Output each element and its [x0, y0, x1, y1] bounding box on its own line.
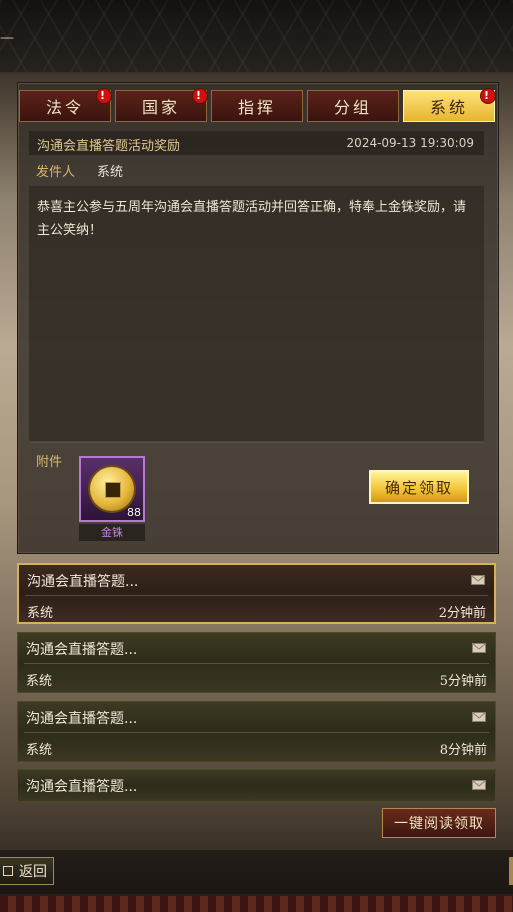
mail-list-item[interactable]: 沟通会直播答题... 系统 8分钟前: [17, 701, 496, 762]
envelope-icon: [471, 575, 485, 585]
tab-label: 指挥: [237, 98, 276, 117]
tab-group[interactable]: 分组: [307, 90, 399, 122]
notification-badge: !: [192, 88, 208, 104]
message-body: 恭喜主公参与五周年沟通会直播答题活动并回答正确，特奉上金铢奖励，请主公笑纳！: [29, 186, 484, 441]
read-all-claim-button[interactable]: 一键阅读领取: [382, 808, 496, 838]
gold-coin-icon: [90, 467, 134, 511]
mail-sender: 系统: [26, 674, 53, 689]
message-header: 沟通会直播答题活动奖励 2024-09-13 19:30:09: [29, 131, 484, 155]
mail-title: 沟通会直播答题...: [27, 574, 139, 590]
mail-time: 8分钟前: [439, 743, 487, 758]
mail-sender: 系统: [27, 606, 54, 621]
back-button[interactable]: 返回: [0, 857, 54, 885]
item-quantity: 88: [127, 506, 141, 519]
back-icon: [3, 866, 13, 876]
tab-command[interactable]: 指挥: [211, 90, 303, 122]
tab-label: 分组: [333, 98, 372, 117]
sender-name: 系统: [97, 165, 124, 180]
tab-bar: 法令 ! 国家 ! 指挥 分组 系统 !: [17, 88, 497, 124]
tab-label: 国家: [141, 98, 180, 117]
mail-title: 沟通会直播答题...: [26, 711, 138, 727]
envelope-icon: [472, 643, 486, 653]
message-title: 沟通会直播答题活动奖励: [37, 139, 181, 154]
message-body-text: 恭喜主公参与五周年沟通会直播答题活动并回答正确，特奉上金铢奖励，请主公笑纳！: [37, 200, 467, 238]
envelope-icon: [472, 780, 486, 790]
mail-list-item[interactable]: 沟通会直播答题... 系统 2分钟前: [17, 563, 496, 624]
envelope-icon: [472, 712, 486, 722]
message-timestamp: 2024-09-13 19:30:09: [346, 136, 474, 150]
mail-title: 沟通会直播答题...: [26, 642, 138, 658]
tab-label: 系统: [429, 98, 468, 117]
back-arrow-icon[interactable]: —: [0, 30, 14, 46]
top-banner: [0, 0, 513, 74]
mail-time: 2分钟前: [438, 606, 486, 621]
tab-nation[interactable]: 国家 !: [115, 88, 208, 122]
decorative-footer: [0, 896, 513, 912]
tab-system[interactable]: 系统 !: [403, 88, 496, 122]
divider: [29, 442, 484, 443]
mail-list-item[interactable]: 沟通会直播答题... 系统 5分钟前: [17, 632, 496, 693]
item-name: 金铢: [79, 524, 145, 541]
tab-decree[interactable]: 法令 !: [19, 88, 112, 122]
tab-label: 法令: [45, 98, 84, 117]
claim-button[interactable]: 确定领取: [369, 470, 469, 504]
side-handle: [509, 857, 513, 885]
notification-badge: !: [480, 88, 496, 104]
attachment-item-slot[interactable]: 88: [79, 456, 145, 522]
bottom-bar: [0, 850, 513, 894]
mail-sender: 系统: [26, 743, 53, 758]
sender-label: 发件人: [36, 165, 76, 180]
mail-title: 沟通会直播答题...: [26, 779, 138, 795]
notification-badge: !: [96, 88, 112, 104]
mail-list-item[interactable]: 沟通会直播答题...: [17, 769, 496, 802]
back-label: 返回: [19, 864, 47, 880]
attachment-label: 附件: [36, 455, 63, 470]
mail-time: 5分钟前: [439, 674, 487, 689]
